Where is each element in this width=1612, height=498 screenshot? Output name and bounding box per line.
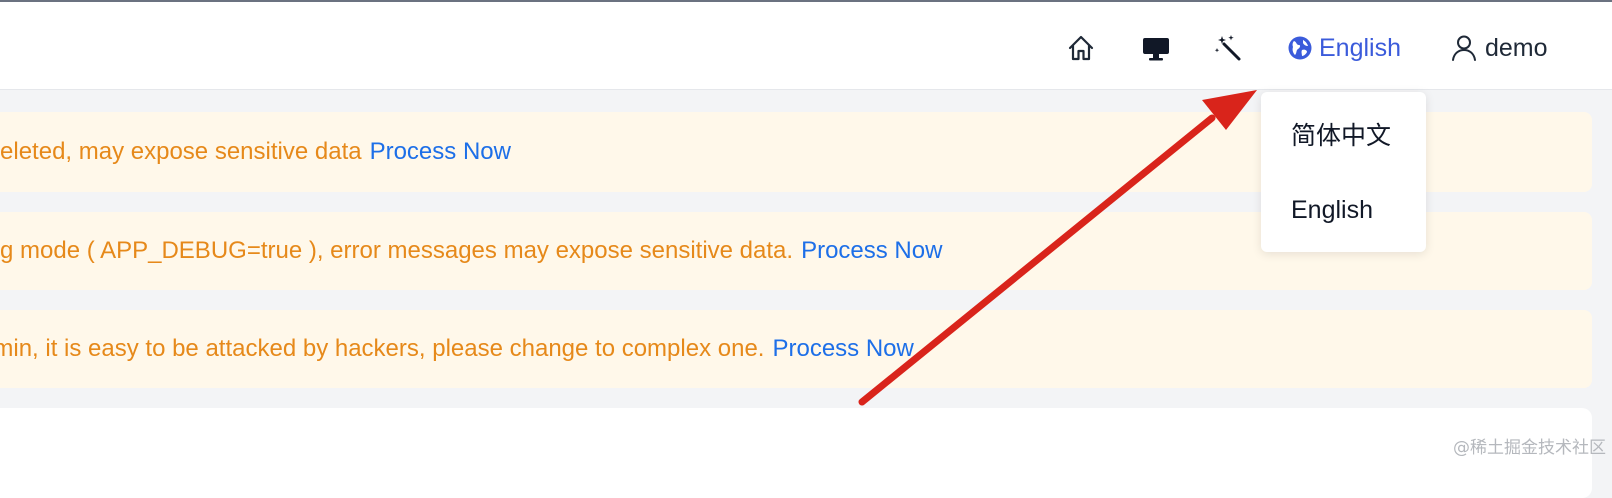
- globe-icon: [1287, 35, 1313, 61]
- security-notice: /admin, it is easy to be attacked by hac…: [0, 310, 1592, 388]
- notice-message: /admin, it is easy to be attacked by hac…: [0, 335, 765, 362]
- home-button[interactable]: [1066, 30, 1096, 66]
- language-option-zh-cn[interactable]: 简体中文: [1291, 116, 1391, 152]
- magic-wand-icon: [1214, 33, 1244, 63]
- display-button[interactable]: [1141, 30, 1171, 66]
- theme-wand-button[interactable]: [1214, 30, 1244, 66]
- language-option-english[interactable]: English: [1291, 196, 1373, 225]
- user-icon: [1451, 34, 1477, 62]
- home-icon: [1066, 33, 1096, 63]
- process-now-link[interactable]: Process Now: [772, 335, 913, 362]
- content-panel: [0, 408, 1592, 498]
- top-header-bar: English demo: [0, 2, 1612, 90]
- language-dropdown-menu: 简体中文 English: [1261, 92, 1426, 252]
- watermark-text: @稀土掘金技术社区: [1453, 438, 1606, 458]
- process-now-link[interactable]: Process Now: [801, 237, 942, 264]
- notice-message: ot deleted, may expose sensitive data: [0, 138, 362, 165]
- language-label: English: [1319, 33, 1401, 62]
- process-now-link[interactable]: Process Now: [370, 138, 511, 165]
- notice-message: ebug mode ( APP_DEBUG=true ), error mess…: [0, 237, 794, 264]
- language-switcher[interactable]: English: [1287, 30, 1401, 66]
- monitor-icon: [1141, 33, 1171, 63]
- user-menu-button[interactable]: demo: [1451, 30, 1548, 66]
- username-label: demo: [1485, 33, 1548, 62]
